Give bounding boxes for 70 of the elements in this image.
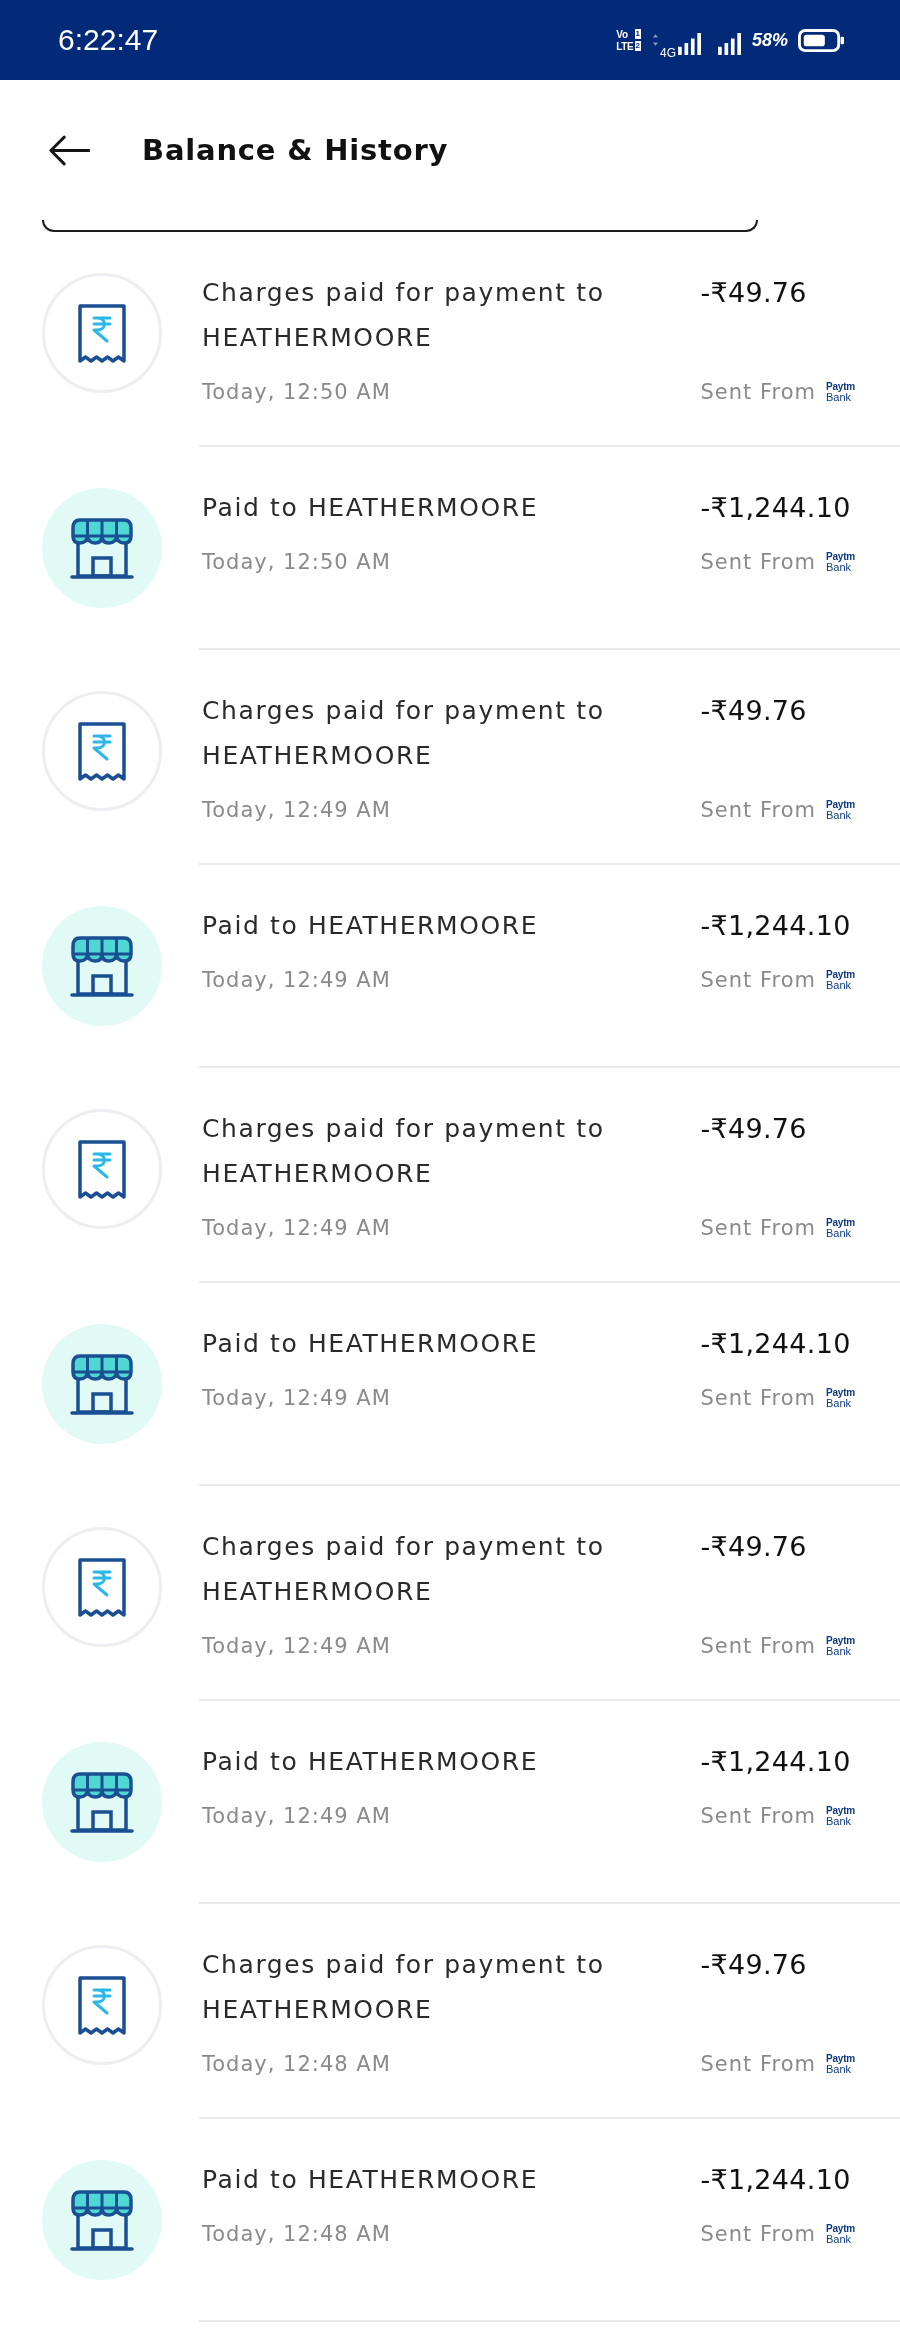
- sent-from-label: Sent From: [700, 797, 816, 824]
- battery-icon: [798, 28, 844, 52]
- store-icon: [42, 2160, 162, 2280]
- store-icon: [42, 488, 162, 608]
- transaction-amount: -₹1,244.10: [700, 1745, 852, 1779]
- transaction-time: Today, 12:49 AM: [202, 1633, 391, 1660]
- transaction-title: Paid to HEATHERMOORE: [202, 910, 540, 942]
- transaction-amount: -₹49.76: [700, 276, 808, 310]
- data-arrows-icon: [652, 34, 658, 46]
- transaction-time: Today, 12:49 AM: [202, 1803, 391, 1830]
- volte-indicator: Vo 1 LTE 2: [616, 28, 641, 52]
- transaction-title: Charges paid for payment to HEATHERMOORE: [202, 277, 606, 354]
- sent-from-label: Sent From: [700, 1803, 816, 1830]
- store-icon: [42, 906, 162, 1026]
- bank-logo: Paytm Bank: [826, 1387, 855, 1409]
- store-icon: [42, 1742, 162, 1862]
- transaction-title: Charges paid for payment to HEATHERMOORE: [202, 695, 606, 772]
- sent-from-label: Sent From: [700, 549, 816, 576]
- transaction-time: Today, 12:49 AM: [202, 797, 391, 824]
- transaction-time: Today, 12:49 AM: [202, 1215, 391, 1242]
- signal-icon: [677, 33, 702, 55]
- bank-logo: Paytm Bank: [826, 1217, 855, 1239]
- receipt-icon: [42, 1527, 162, 1647]
- transaction-title: Paid to HEATHERMOORE: [202, 492, 540, 524]
- bank-logo: Paytm Bank: [826, 1805, 855, 1827]
- bank-logo: Paytm Bank: [826, 2053, 855, 2075]
- transaction-amount: -₹1,244.10: [700, 2163, 852, 2197]
- bank-logo: Paytm Bank: [826, 2223, 855, 2245]
- transaction-time: Today, 12:48 AM: [202, 2221, 391, 2248]
- transaction-amount: -₹49.76: [700, 694, 808, 728]
- sent-from-label: Sent From: [700, 2051, 816, 2078]
- transaction-amount: -₹1,244.10: [700, 1327, 852, 1361]
- sent-from-label: Sent From: [700, 1215, 816, 1242]
- battery-percentage: 58%: [751, 30, 788, 50]
- store-icon: [42, 1324, 162, 1444]
- transaction-title: Paid to HEATHERMOORE: [202, 2164, 540, 2196]
- sent-from-label: Sent From: [700, 967, 816, 994]
- sent-from-label: Sent From: [700, 379, 816, 406]
- sent-from-label: Sent From: [700, 1385, 816, 1412]
- transaction-time: Today, 12:50 AM: [202, 379, 391, 406]
- bank-logo: Paytm Bank: [826, 1635, 855, 1657]
- sent-from-label: Sent From: [700, 1633, 816, 1660]
- receipt-icon: [42, 1109, 162, 1229]
- network-type: 4G: [659, 46, 676, 60]
- transaction-amount: -₹1,244.10: [700, 909, 852, 943]
- transaction-amount: -₹49.76: [700, 1530, 808, 1564]
- bank-logo: Paytm Bank: [826, 969, 855, 991]
- bank-logo: Paytm Bank: [826, 381, 855, 403]
- transaction-time: Today, 12:48 AM: [202, 2051, 391, 2078]
- transaction-time: Today, 12:49 AM: [202, 1385, 391, 1412]
- receipt-icon: [42, 273, 162, 393]
- transaction-title: Paid to HEATHERMOORE: [202, 1328, 540, 1360]
- transaction-time: Today, 12:50 AM: [202, 549, 391, 576]
- back-arrow-icon: [48, 134, 90, 166]
- sent-from-label: Sent From: [700, 2221, 816, 2248]
- status-time: 6:22:47: [58, 23, 159, 57]
- transaction-time: Today, 12:49 AM: [202, 967, 391, 994]
- bank-logo: Paytm Bank: [826, 551, 855, 573]
- page-title: Balance & History: [142, 132, 449, 169]
- transaction-title: Charges paid for payment to HEATHERMOORE: [202, 1949, 606, 2026]
- receipt-icon: [42, 691, 162, 811]
- bank-logo: Paytm Bank: [826, 799, 855, 821]
- transaction-amount: -₹49.76: [700, 1948, 808, 1982]
- transaction-title: Charges paid for payment to HEATHERMOORE: [202, 1113, 606, 1190]
- signal-icon: [717, 33, 742, 55]
- transaction-title: Charges paid for payment to HEATHERMOORE: [202, 1531, 606, 1608]
- receipt-icon: [42, 1945, 162, 2065]
- transaction-amount: -₹1,244.10: [700, 491, 852, 525]
- transaction-title: Paid to HEATHERMOORE: [202, 1746, 540, 1778]
- transaction-amount: -₹49.76: [700, 1112, 808, 1146]
